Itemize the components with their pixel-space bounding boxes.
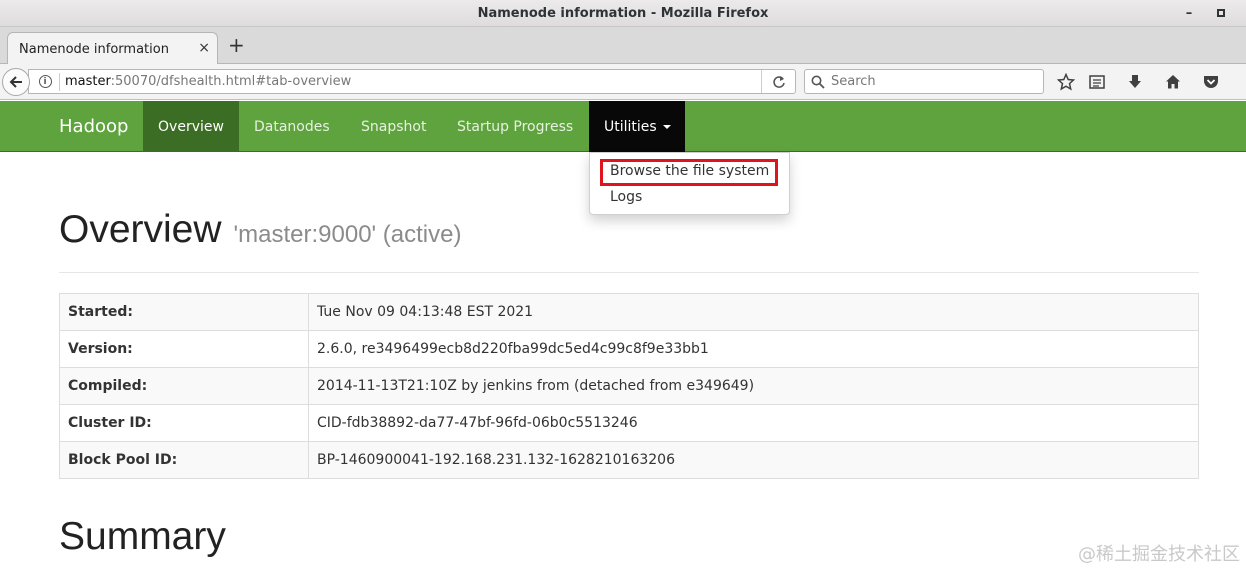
url-bar[interactable]: i master:50070/dfshealth.html#tab-overvi…	[28, 69, 796, 94]
tab-startup-progress[interactable]: Startup Progress	[442, 101, 588, 152]
utilities-dropdown: Browse the file system Logs	[589, 152, 790, 215]
row-key: Cluster ID:	[59, 404, 309, 442]
table-row: Block Pool ID: BP-1460900041-192.168.231…	[59, 441, 1199, 479]
row-key: Compiled:	[59, 367, 309, 405]
reader-list-icon[interactable]	[1085, 70, 1109, 94]
tab-datanodes[interactable]: Datanodes	[239, 101, 345, 152]
window-title: Namenode information - Mozilla Firefox	[477, 5, 769, 21]
pocket-icon[interactable]	[1199, 70, 1223, 94]
back-arrow-icon[interactable]	[2, 68, 30, 96]
divider	[59, 272, 1199, 273]
url-host: master	[65, 74, 111, 89]
window-titlebar: Namenode information - Mozilla Firefox –	[0, 0, 1246, 27]
tab-snapshot[interactable]: Snapshot	[346, 101, 441, 152]
overview-header: Overview 'master:9000' (active)	[59, 208, 461, 252]
home-icon[interactable]	[1161, 70, 1185, 94]
search-icon	[811, 75, 825, 89]
hadoop-navbar: Hadoop Overview Datanodes Snapshot Start…	[0, 101, 1246, 152]
utilities-label: Utilities	[604, 118, 657, 135]
page-subtitle: 'master:9000' (active)	[233, 221, 462, 248]
search-placeholder: Search	[831, 74, 876, 89]
brand-logo[interactable]: Hadoop	[59, 101, 128, 152]
utilities-menu-toggle[interactable]: Utilities	[589, 101, 685, 152]
table-row: Started: Tue Nov 09 04:13:48 EST 2021	[59, 293, 1199, 331]
row-value: Tue Nov 09 04:13:48 EST 2021	[308, 293, 1199, 331]
close-tab-icon[interactable]: ×	[198, 40, 210, 56]
url-separator	[59, 72, 60, 91]
row-value: 2014-11-13T21:10Z by jenkins from (detac…	[308, 367, 1199, 405]
tab-strip: Namenode information × +	[0, 27, 1246, 65]
summary-heading: Summary	[59, 515, 226, 558]
row-key: Block Pool ID:	[59, 441, 309, 479]
tab-title: Namenode information	[19, 41, 169, 57]
row-value: BP-1460900041-192.168.231.132-1628210163…	[308, 441, 1199, 479]
table-row: Compiled: 2014-11-13T21:10Z by jenkins f…	[59, 367, 1199, 405]
new-tab-button[interactable]: +	[228, 35, 245, 55]
reload-icon[interactable]	[761, 70, 795, 93]
caret-down-icon	[662, 124, 671, 129]
info-icon[interactable]: i	[34, 75, 56, 88]
url-text[interactable]: master:50070/dfshealth.html#tab-overview	[65, 74, 351, 89]
browser-tab[interactable]: Namenode information ×	[7, 32, 218, 65]
search-input[interactable]: Search	[804, 69, 1044, 94]
browser-toolbar: i master:50070/dfshealth.html#tab-overvi…	[0, 64, 1246, 100]
url-path: :50070/dfshealth.html#tab-overview	[110, 74, 352, 89]
overview-table: Started: Tue Nov 09 04:13:48 EST 2021 Ve…	[59, 293, 1199, 479]
row-key: Version:	[59, 330, 309, 368]
menu-item-browse-file-system[interactable]: Browse the file system	[610, 163, 769, 179]
menu-item-logs[interactable]: Logs	[610, 189, 642, 205]
table-row: Version: 2.6.0, re3496499ecb8d220fba99dc…	[59, 330, 1199, 368]
watermark: @稀土掘金技术社区	[1078, 544, 1240, 565]
maximize-button[interactable]	[1212, 4, 1230, 22]
tab-overview[interactable]: Overview	[143, 101, 239, 152]
minimize-button[interactable]: –	[1180, 4, 1198, 22]
page-title: Overview	[59, 208, 222, 251]
table-row: Cluster ID: CID-fdb38892-da77-47bf-96fd-…	[59, 404, 1199, 442]
bookmark-star-icon[interactable]	[1054, 70, 1078, 94]
maximize-icon	[1217, 9, 1225, 17]
row-value: 2.6.0, re3496499ecb8d220fba99dc5ed4c99c8…	[308, 330, 1199, 368]
download-icon[interactable]	[1123, 70, 1147, 94]
row-value: CID-fdb38892-da77-47bf-96fd-06b0c5513246	[308, 404, 1199, 442]
row-key: Started:	[59, 293, 309, 331]
